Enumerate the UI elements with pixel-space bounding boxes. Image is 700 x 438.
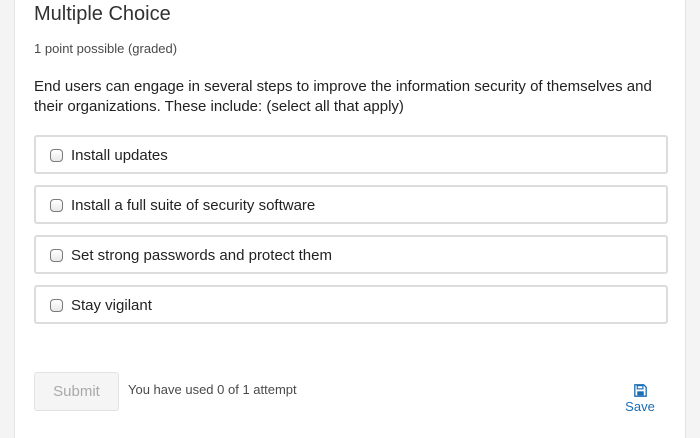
choice-label: Stay vigilant (71, 297, 152, 314)
floppy-disk-icon (620, 384, 660, 397)
checkbox[interactable] (50, 149, 63, 162)
submit-button[interactable]: Submit (34, 372, 119, 411)
points-info: 1 point possible (graded) (34, 41, 178, 56)
problem-card: Multiple Choice 1 point possible (graded… (14, 0, 686, 438)
checkbox[interactable] (50, 199, 63, 212)
checkbox[interactable] (50, 299, 63, 312)
choice-strong-passwords[interactable]: Set strong passwords and protect them (34, 235, 668, 274)
page: Multiple Choice 1 point possible (graded… (0, 0, 700, 438)
choice-label: Install updates (71, 147, 168, 164)
problem-title: Multiple Choice (34, 3, 171, 25)
choice-label: Install a full suite of security softwar… (71, 197, 316, 214)
choice-install-updates[interactable]: Install updates (34, 135, 668, 174)
choice-install-security-suite[interactable]: Install a full suite of security softwar… (34, 185, 668, 224)
save-button[interactable]: Save (620, 384, 660, 414)
attempts-info: You have used 0 of 1 attempt (128, 382, 297, 397)
question-prompt: End users can engage in several steps to… (34, 78, 652, 115)
checkbox[interactable] (50, 249, 63, 262)
choice-stay-vigilant[interactable]: Stay vigilant (34, 285, 668, 324)
choice-label: Set strong passwords and protect them (71, 247, 332, 264)
save-label: Save (625, 399, 655, 414)
